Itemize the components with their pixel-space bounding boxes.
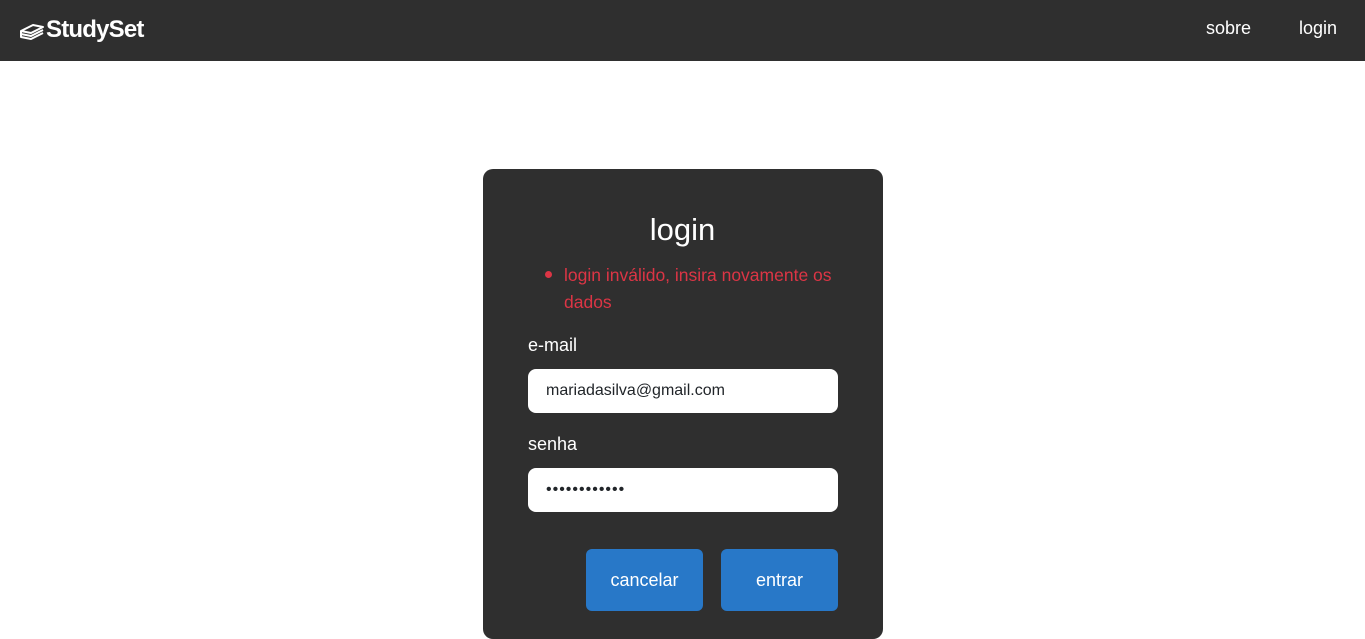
bullet-icon: [545, 271, 552, 278]
email-field[interactable]: [528, 369, 838, 413]
error-list: login inválido, insira novamente os dado…: [544, 262, 834, 316]
nav-link-login[interactable]: login: [1299, 18, 1337, 39]
brand-logo-link[interactable]: StudySet: [19, 14, 144, 46]
stacked-books-icon: [19, 19, 46, 41]
navbar: StudySet sobre login: [0, 0, 1365, 61]
email-label: e-mail: [528, 335, 578, 355]
cancel-button[interactable]: cancelar: [586, 549, 703, 611]
login-title: login: [649, 212, 716, 247]
submit-button[interactable]: entrar: [721, 549, 838, 611]
password-label: senha: [528, 434, 578, 454]
password-field[interactable]: [528, 468, 838, 512]
error-message-text: login inválido, insira novamente os dado…: [564, 265, 832, 312]
nav-link-sobre[interactable]: sobre: [1206, 18, 1251, 39]
error-message: login inválido, insira novamente os dado…: [544, 262, 834, 316]
brand-name: StudySet: [46, 16, 144, 43]
